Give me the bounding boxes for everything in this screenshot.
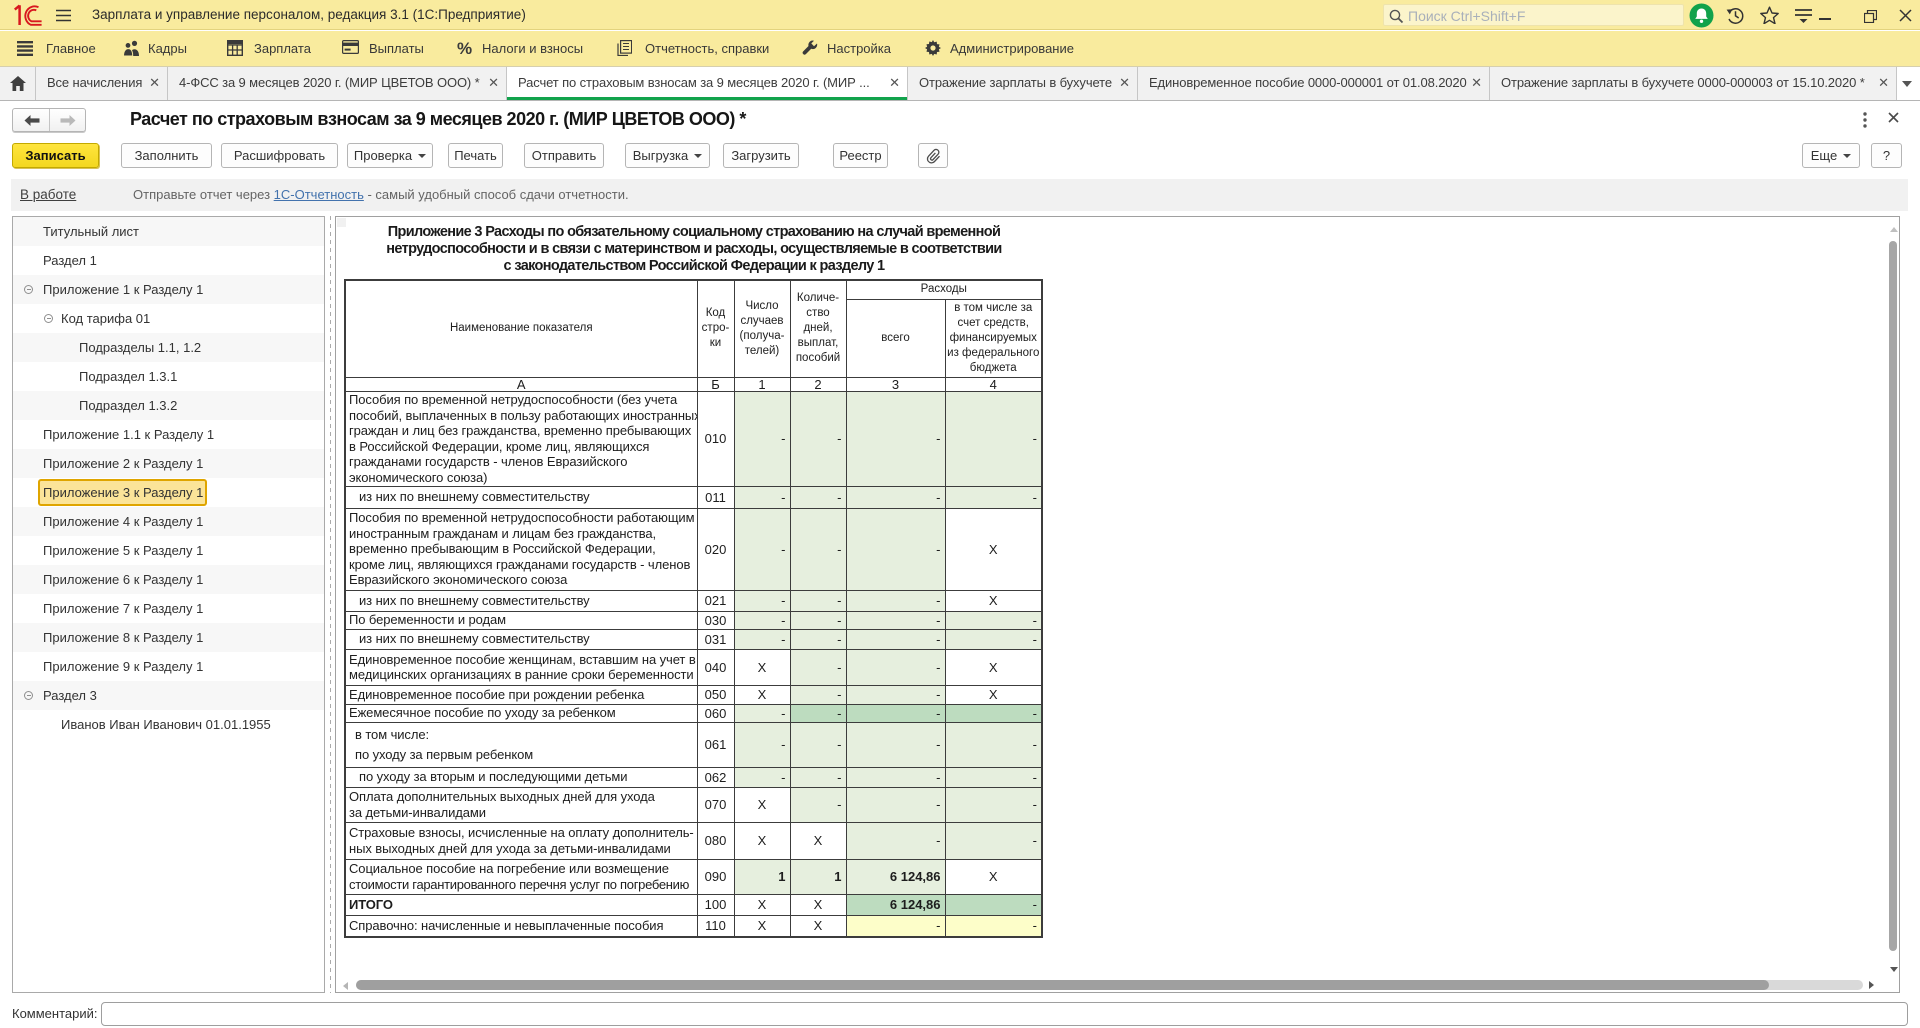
svg-text:%: % [457,40,472,56]
